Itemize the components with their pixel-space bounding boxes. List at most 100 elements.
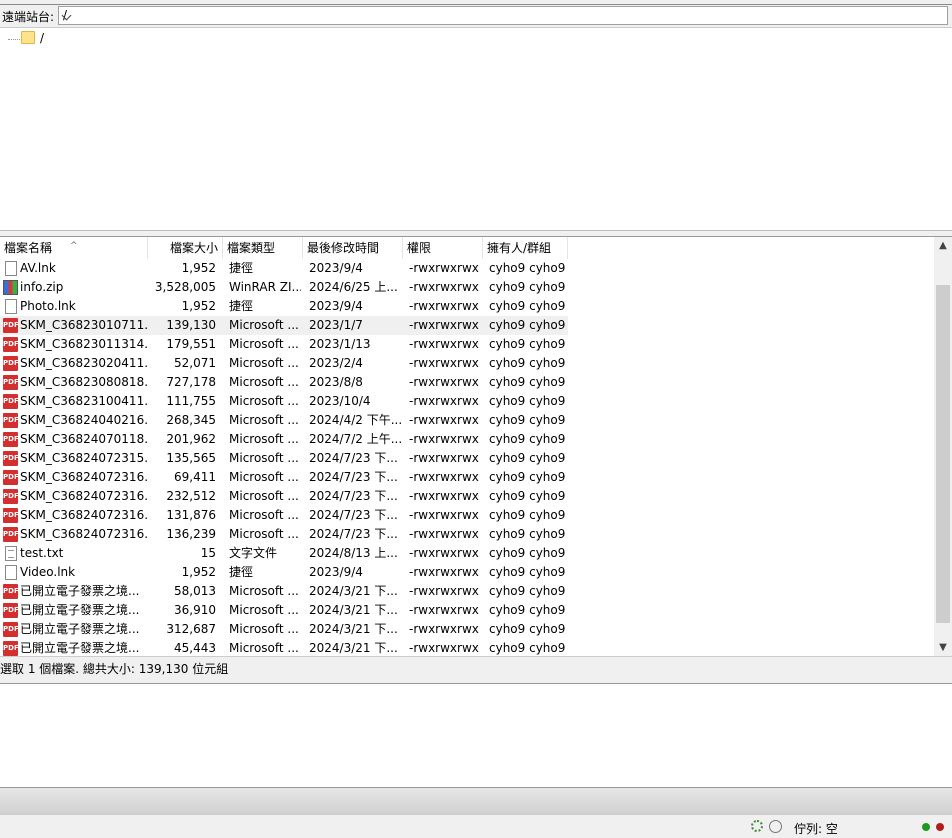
file-row[interactable]: PDF SKM_C36824072316... 69,411 Microsoft ..… [0, 468, 568, 487]
file-modified: 2024/6/25 上... [309, 280, 398, 294]
pdf-file-icon: PDF [3, 527, 19, 542]
file-row[interactable]: PDF SKM_C36824072316... 136,239 Microsoft .… [0, 525, 568, 544]
file-owner: cyho9 cyho9 [489, 280, 566, 294]
queue-status: 佇列: 空 [794, 822, 838, 836]
file-size: 1,952 [181, 565, 216, 579]
file-type: Microsoft ... [229, 337, 299, 351]
pdf-file-icon: PDF [3, 394, 19, 409]
file-row[interactable]: AV.lnk 1,952 捷徑 2023/9/4 -rwxrwxrwx cyho9 cyh… [0, 259, 568, 278]
file-size: 45,443 [174, 641, 216, 655]
column-header-size[interactable]: 檔案大小 [148, 237, 223, 259]
folder-icon[interactable] [21, 31, 35, 44]
file-size: 58,013 [174, 584, 216, 598]
column-header-permissions[interactable]: 權限 [403, 237, 483, 259]
file-row[interactable]: PDF SKM_C36824072316... 131,876 Microsoft .… [0, 506, 568, 525]
shortcut-file-icon [5, 261, 17, 276]
file-row[interactable]: PDF 已開立電子發票之境... 58,013 Microsoft ... 2024/3… [0, 582, 568, 601]
file-name: SKM_C36823080818... [20, 375, 148, 389]
file-row[interactable]: PDF 已開立電子發票之境... 36,910 Microsoft ... 2024/3… [0, 601, 568, 620]
file-name: 已開立電子發票之境... [20, 584, 140, 598]
file-modified: 2024/7/23 下... [309, 451, 398, 465]
column-header-modified[interactable]: 最後修改時間 [303, 237, 403, 259]
file-modified: 2024/8/13 上... [309, 546, 398, 560]
remote-file-list[interactable]: 檔案名稱 ^ 檔案大小 檔案類型 最後修改時間 權限 擁有人/群組 AV.lnk… [0, 236, 952, 657]
file-row[interactable]: PDF SKM_C36824072315... 135,565 Microsoft .… [0, 449, 568, 468]
file-row[interactable]: PDF 已開立電子發票之境... 312,687 Microsoft ... 2024/… [0, 620, 568, 639]
file-name: Video.lnk [20, 565, 76, 579]
file-owner: cyho9 cyho9 [489, 356, 566, 370]
file-type: Microsoft ... [229, 489, 299, 503]
file-type: Microsoft ... [229, 508, 299, 522]
pdf-file-icon: PDF [3, 432, 19, 447]
pdf-file-icon: PDF [3, 375, 19, 390]
remote-site-label: 遠端站台: [2, 10, 55, 24]
file-row[interactable]: PDF SKM_C36823011314... 179,551 Microsoft .… [0, 335, 568, 354]
file-modified: 2024/7/23 下... [309, 470, 398, 484]
file-modified: 2023/8/8 [309, 375, 363, 389]
file-owner: cyho9 cyho9 [489, 451, 566, 465]
file-modified: 2023/9/4 [309, 261, 363, 275]
file-size: 36,910 [174, 603, 216, 617]
sort-ascending-icon: ^ [70, 241, 78, 251]
tree-root-label[interactable]: / [40, 31, 44, 45]
file-type: Microsoft ... [229, 470, 299, 484]
file-permissions: -rwxrwxrwx [409, 641, 479, 655]
pdf-file-icon: PDF [3, 584, 19, 599]
file-permissions: -rwxrwxrwx [409, 546, 479, 560]
receive-led-icon [922, 823, 930, 831]
file-name: SKM_C36823011314... [20, 337, 148, 351]
file-name: SKM_C36823100411... [20, 394, 148, 408]
zip-archive-icon [3, 280, 18, 295]
file-size: 201,962 [166, 432, 216, 446]
file-row[interactable]: PDF SKM_C36823010711... 139,130 Microsoft .… [0, 316, 568, 335]
gear-icon[interactable] [751, 820, 763, 832]
pdf-file-icon: PDF [3, 489, 19, 504]
column-header-type[interactable]: 檔案類型 [223, 237, 303, 259]
scroll-up-icon[interactable]: ▲ [934, 237, 952, 255]
pdf-file-icon: PDF [3, 622, 19, 637]
speed-limit-icon[interactable] [769, 820, 782, 833]
column-header-owner[interactable]: 擁有人/群組 [483, 237, 568, 259]
file-permissions: -rwxrwxrwx [409, 489, 479, 503]
file-modified: 2024/3/21 下... [309, 603, 398, 617]
file-row[interactable]: info.zip 3,528,005 WinRAR ZI... 2024/6/25 上… [0, 278, 568, 297]
file-permissions: -rwxrwxrwx [409, 622, 479, 636]
file-size: 1,952 [181, 299, 216, 313]
file-owner: cyho9 cyho9 [489, 470, 566, 484]
file-owner: cyho9 cyho9 [489, 584, 566, 598]
column-header-name[interactable]: 檔案名稱 ^ [0, 237, 148, 259]
shortcut-file-icon [5, 299, 17, 314]
file-row[interactable]: PDF SKM_C36823080818... 727,178 Microsoft .… [0, 373, 568, 392]
file-row[interactable]: PDF SKM_C36824072316... 232,512 Microsoft .… [0, 487, 568, 506]
file-row[interactable]: Video.lnk 1,952 捷徑 2023/9/4 -rwxrwxrwx cyho9 … [0, 563, 568, 582]
file-type: 捷徑 [229, 565, 254, 579]
transfer-log-pane[interactable] [0, 683, 952, 788]
file-owner: cyho9 cyho9 [489, 508, 566, 522]
scroll-down-icon[interactable]: ▼ [934, 639, 952, 657]
remote-directory-tree[interactable]: / [0, 27, 952, 231]
file-row[interactable]: PDF SKM_C36823100411... 111,755 Microsoft .… [0, 392, 568, 411]
file-row[interactable]: PDF SKM_C36824070118... 201,962 Microsoft .… [0, 430, 568, 449]
vertical-scrollbar[interactable]: ▲ ▼ [934, 237, 952, 657]
file-name: Photo.lnk [20, 299, 76, 313]
remote-path-combobox[interactable]: / [58, 6, 948, 25]
file-permissions: -rwxrwxrwx [409, 299, 479, 313]
file-row[interactable]: PDF SKM_C36823020411... 52,071 Microsoft ..… [0, 354, 568, 373]
file-permissions: -rwxrwxrwx [409, 565, 479, 579]
file-type: Microsoft ... [229, 318, 299, 332]
file-name: SKM_C36824072316... [20, 470, 148, 484]
pdf-file-icon: PDF [3, 413, 19, 428]
scrollbar-thumb[interactable] [936, 285, 950, 623]
text-file-icon [5, 546, 17, 561]
pdf-file-icon: PDF [3, 337, 19, 352]
file-type: Microsoft ... [229, 603, 299, 617]
file-size: 312,687 [166, 622, 216, 636]
file-row[interactable]: test.txt 15 文字文件 2024/8/13 上... -rwxrwxrwx cy… [0, 544, 568, 563]
file-modified: 2024/4/2 下午... [309, 413, 401, 427]
file-size: 131,876 [166, 508, 216, 522]
file-row[interactable]: PDF SKM_C36824040216... 268,345 Microsoft .… [0, 411, 568, 430]
file-row[interactable]: PDF 已開立電子發票之境... 45,443 Microsoft ... 2024/3… [0, 639, 568, 657]
pdf-file-icon: PDF [3, 451, 19, 466]
file-permissions: -rwxrwxrwx [409, 375, 479, 389]
file-row[interactable]: Photo.lnk 1,952 捷徑 2023/9/4 -rwxrwxrwx cyho9 … [0, 297, 568, 316]
